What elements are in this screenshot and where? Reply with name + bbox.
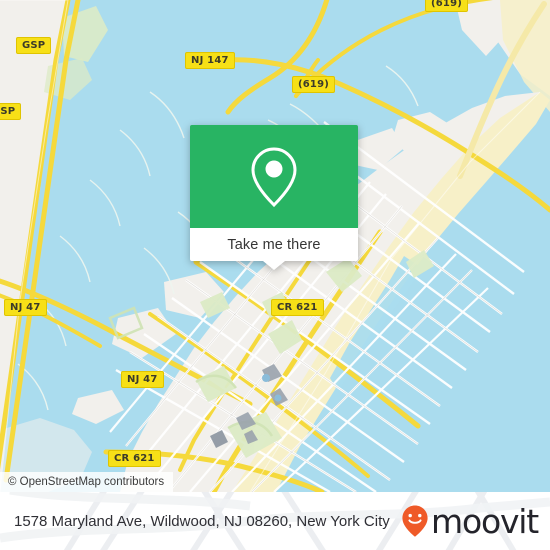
- map-canvas[interactable]: GSP GSP NJ 147 (619) (619) NJ 47 NJ 47 C…: [0, 0, 550, 492]
- location-popup-card[interactable]: Take me there: [190, 125, 358, 270]
- osm-attribution[interactable]: © OpenStreetMap contributors: [0, 472, 174, 492]
- popup-header: [190, 125, 358, 228]
- road-shield-cr621-2: CR 621: [108, 450, 161, 467]
- road-shield-nj147: NJ 147: [185, 52, 235, 69]
- road-shield-gsp-1: GSP: [16, 37, 52, 54]
- take-me-there-label: Take me there: [227, 236, 321, 253]
- moovit-pin-icon: [402, 505, 428, 537]
- road-shield-cr621-1: CR 621: [271, 299, 324, 316]
- road-shield-nj47-2: NJ 47: [121, 371, 164, 388]
- popup-tail-arrow: [263, 261, 285, 270]
- footer-bar: 1578 Maryland Ave, Wildwood, NJ 08260, N…: [0, 492, 550, 550]
- moovit-map-screenshot: GSP GSP NJ 147 (619) (619) NJ 47 NJ 47 C…: [0, 0, 550, 550]
- road-shield-gsp-2: GSP: [0, 103, 22, 120]
- road-shield-619-north: (619): [425, 0, 469, 12]
- map-pin-icon: [251, 146, 297, 207]
- address-text: 1578 Maryland Ave, Wildwood, NJ 08260, N…: [14, 512, 390, 530]
- moovit-wordmark: moovit: [431, 501, 539, 541]
- road-shield-619-west: (619): [292, 76, 336, 93]
- popup-action-bar[interactable]: Take me there: [190, 228, 358, 261]
- moovit-logo[interactable]: moovit: [400, 501, 539, 541]
- footer-content: 1578 Maryland Ave, Wildwood, NJ 08260, N…: [0, 492, 550, 550]
- road-shield-nj47-1: NJ 47: [4, 299, 47, 316]
